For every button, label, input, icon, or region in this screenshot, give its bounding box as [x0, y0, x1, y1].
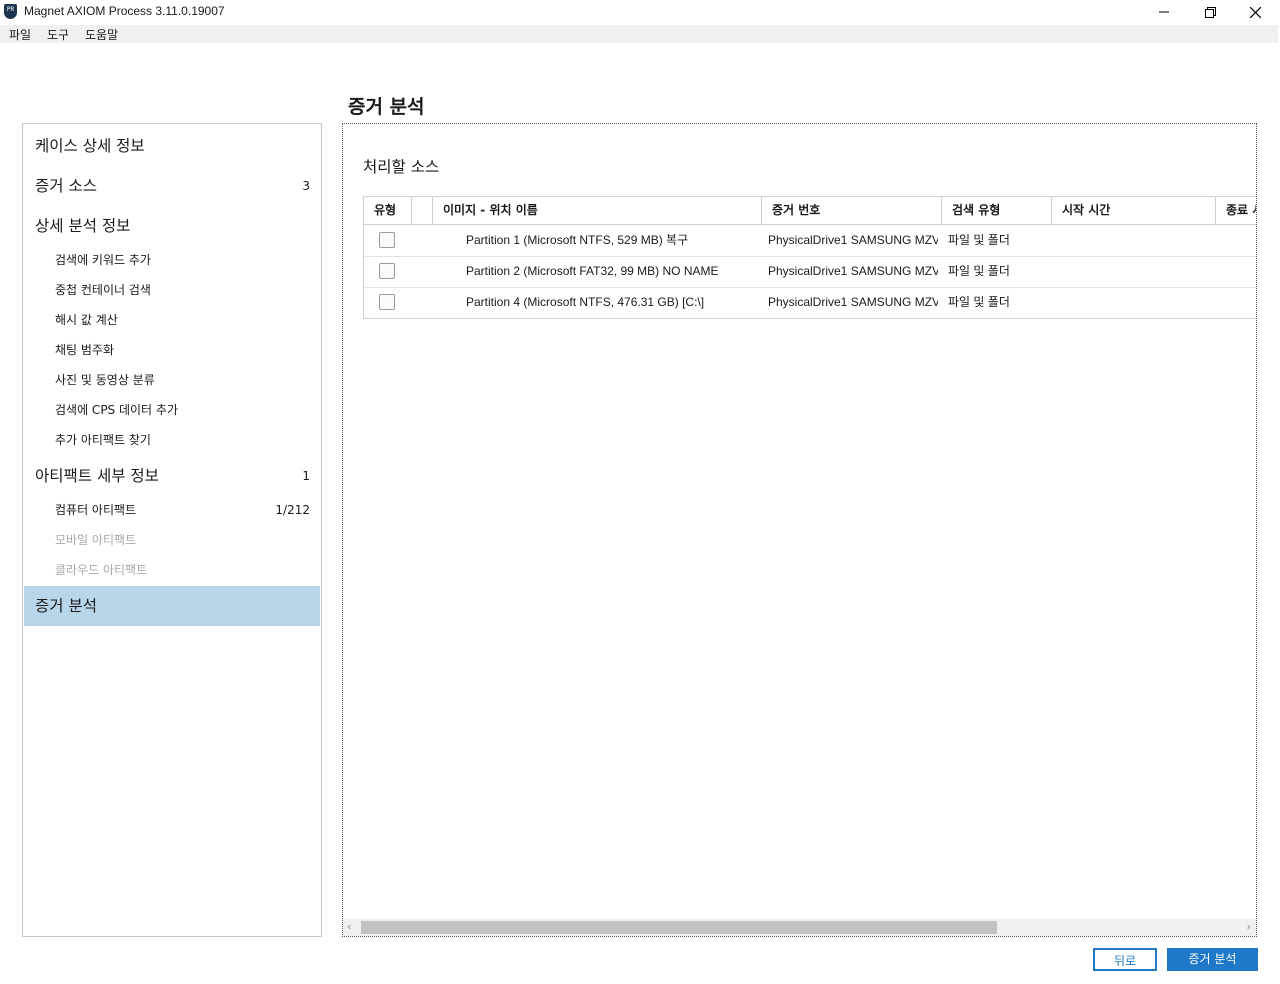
title-bar: PR Magnet AXIOM Process 3.11.0.19007: [0, 0, 1280, 24]
nav-label: 증거 소스: [35, 177, 97, 195]
nav-label: 아티팩트 세부 정보: [35, 467, 159, 485]
nav-label: 모바일 아티팩트: [55, 533, 137, 547]
sources-table: 유형 이미지 - 위치 이름 증거 번호 검색 유형 시작 시간 종료 시 Pa…: [363, 196, 1256, 319]
column-header-evidence-number[interactable]: 증거 번호: [762, 197, 942, 224]
cell-evidence-number: PhysicalDrive1 SAMSUNG MZVL: [768, 233, 938, 247]
nav-label: 컴퓨터 아티팩트: [55, 503, 137, 517]
nav-count: 3: [302, 179, 310, 193]
cell-search-type: 파일 및 폴더: [948, 295, 1010, 309]
nav-label: 채팅 범주화: [55, 343, 115, 357]
cell-search-type: 파일 및 폴더: [948, 264, 1010, 278]
drive-icon: [379, 263, 395, 279]
menu-tools[interactable]: 도구: [47, 26, 69, 43]
column-header-end-time[interactable]: 종료 시: [1216, 197, 1256, 224]
nav-nested-containers[interactable]: 중첩 컨테이너 검색: [24, 279, 320, 301]
nav-evidence-sources[interactable]: 증거 소스 3: [24, 172, 320, 200]
nav-label: 추가 아티팩트 찾기: [55, 433, 151, 447]
main-panel: 처리할 소스 유형 이미지 - 위치 이름 증거 번호 검색 유형 시작 시간 …: [342, 123, 1257, 937]
table-row[interactable]: Partition 2 (Microsoft FAT32, 99 MB) NO …: [364, 256, 1256, 288]
menu-bar: 파일 도구 도움말: [0, 25, 1278, 43]
table-row[interactable]: Partition 4 (Microsoft NTFS, 476.31 GB) …: [364, 287, 1256, 318]
column-header-image-location[interactable]: 이미지 - 위치 이름: [433, 197, 762, 224]
close-button[interactable]: [1232, 0, 1278, 24]
nav-label: 사진 및 동영상 분류: [55, 373, 155, 387]
cell-location-name: Partition 4 (Microsoft NTFS, 476.31 GB) …: [466, 295, 705, 309]
nav-count: 1: [302, 469, 310, 483]
nav-categorize-media[interactable]: 사진 및 동영상 분류: [24, 369, 320, 391]
nav-case-details[interactable]: 케이스 상세 정보: [24, 132, 320, 160]
nav-label: 케이스 상세 정보: [35, 137, 145, 155]
drive-icon: [379, 294, 395, 310]
cell-search-type: 파일 및 폴더: [948, 233, 1010, 247]
cell-evidence-number: PhysicalDrive1 SAMSUNG MZVL: [768, 295, 938, 309]
window-title: Magnet AXIOM Process 3.11.0.19007: [24, 4, 225, 18]
nav-cloud-artifacts: 클라우드 아티팩트: [24, 559, 320, 581]
scroll-left-icon[interactable]: ‹: [347, 920, 351, 933]
nav-hash-values[interactable]: 해시 값 계산: [24, 309, 320, 331]
section-title: 처리할 소스: [363, 158, 440, 176]
nav-label: 중첩 컨테이너 검색: [55, 283, 151, 297]
page-title: 증거 분석: [348, 96, 425, 118]
column-header-blank[interactable]: [412, 197, 433, 224]
restore-icon: [1204, 6, 1216, 18]
minimize-icon: [1159, 11, 1169, 13]
left-navigation: 케이스 상세 정보 증거 소스 3 상세 분석 정보 검색에 키워드 추가 중첩…: [22, 123, 322, 937]
nav-label: 검색에 CPS 데이터 추가: [55, 403, 178, 417]
nav-processing-details[interactable]: 상세 분석 정보: [24, 212, 320, 240]
cell-evidence-number: PhysicalDrive1 SAMSUNG MZVL: [768, 264, 938, 278]
nav-analyze-evidence[interactable]: 증거 분석: [24, 586, 320, 626]
nav-label: 상세 분석 정보: [35, 217, 131, 235]
nav-label: 검색에 키워드 추가: [55, 253, 151, 267]
cell-location-name: Partition 2 (Microsoft FAT32, 99 MB) NO …: [466, 264, 719, 278]
column-header-search-type[interactable]: 검색 유형: [942, 197, 1052, 224]
scroll-right-icon[interactable]: ›: [1247, 920, 1251, 933]
nav-label: 클라우드 아티팩트: [55, 563, 148, 577]
cell-location-name: Partition 1 (Microsoft NTFS, 529 MB) 복구: [466, 233, 689, 247]
column-header-type[interactable]: 유형: [364, 197, 412, 224]
column-header-start-time[interactable]: 시작 시간: [1052, 197, 1216, 224]
close-icon: [1249, 6, 1261, 18]
nav-find-more-artifacts[interactable]: 추가 아티팩트 찾기: [24, 429, 320, 451]
horizontal-scrollbar[interactable]: ‹ ›: [343, 919, 1256, 936]
nav-count: 1/212: [275, 503, 310, 517]
nav-label: 증거 분석: [35, 597, 97, 615]
minimize-button[interactable]: [1141, 0, 1187, 24]
nav-computer-artifacts[interactable]: 컴퓨터 아티팩트 1/212: [24, 499, 320, 521]
nav-label: 해시 값 계산: [55, 313, 118, 327]
nav-add-cps-data[interactable]: 검색에 CPS 데이터 추가: [24, 399, 320, 421]
table-header: 유형 이미지 - 위치 이름 증거 번호 검색 유형 시작 시간 종료 시: [364, 197, 1256, 225]
analyze-evidence-button[interactable]: 증거 분석: [1167, 948, 1258, 971]
restore-button[interactable]: [1187, 0, 1233, 24]
table-row[interactable]: Partition 1 (Microsoft NTFS, 529 MB) 복구 …: [364, 225, 1256, 257]
app-logo-icon: PR: [4, 4, 17, 19]
back-button[interactable]: 뒤로: [1093, 948, 1157, 971]
nav-mobile-artifacts: 모바일 아티팩트: [24, 529, 320, 551]
drive-icon: [379, 232, 395, 248]
nav-categorize-chats[interactable]: 채팅 범주화: [24, 339, 320, 361]
nav-add-keywords[interactable]: 검색에 키워드 추가: [24, 249, 320, 271]
scrollbar-thumb[interactable]: [361, 921, 997, 934]
nav-artifact-details[interactable]: 아티팩트 세부 정보 1: [24, 462, 320, 490]
menu-file[interactable]: 파일: [9, 26, 31, 43]
menu-help[interactable]: 도움말: [85, 26, 118, 43]
